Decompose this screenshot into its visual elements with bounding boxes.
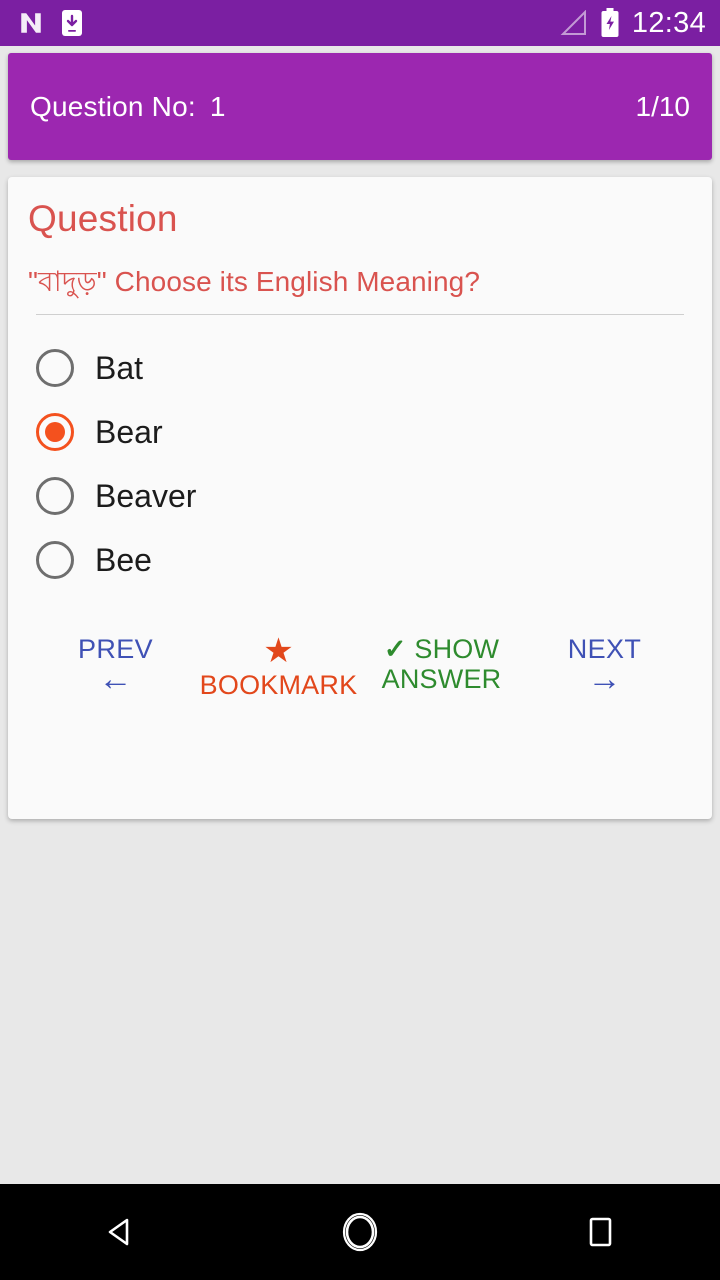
- action-row: PREV ← ★ BOOKMARK ✓ SHOW ANSWER NEXT →: [28, 634, 692, 700]
- show-answer-button[interactable]: ✓ SHOW ANSWER: [360, 634, 523, 694]
- option-row-bear[interactable]: Bear: [28, 400, 692, 464]
- option-row-beaver[interactable]: Beaver: [28, 464, 692, 528]
- question-number-value: 1: [209, 90, 226, 122]
- arrow-left-icon: ←: [98, 660, 133, 699]
- option-label-beaver: Beaver: [95, 477, 197, 514]
- bookmark-button[interactable]: ★ BOOKMARK: [197, 634, 360, 700]
- option-label-bee: Bee: [95, 541, 152, 578]
- option-label-bat: Bat: [95, 349, 144, 386]
- next-button[interactable]: NEXT →: [523, 634, 686, 698]
- status-bar-left-icons: [18, 9, 84, 37]
- question-card: Question "বাদুড়" Choose its English Mea…: [8, 177, 712, 819]
- status-bar: 12:34: [0, 0, 720, 46]
- arrow-right-icon: →: [587, 660, 622, 699]
- android-n-icon: [18, 10, 44, 36]
- question-number-label: Question No:: [30, 90, 196, 122]
- show-answer-first-line: ✓ SHOW: [384, 634, 499, 664]
- option-row-bee[interactable]: Bee: [28, 528, 692, 592]
- status-bar-right-icons: 12:34: [560, 8, 706, 38]
- back-triangle-icon[interactable]: [72, 1184, 168, 1280]
- radio-bat[interactable]: [36, 348, 74, 387]
- radio-bee[interactable]: [36, 540, 74, 579]
- recents-square-icon[interactable]: [552, 1184, 648, 1280]
- option-row-bat[interactable]: Bat: [28, 336, 692, 400]
- option-label-bear: Bear: [95, 413, 163, 450]
- status-bar-clock: 12:34: [631, 6, 706, 39]
- home-circle-icon[interactable]: [312, 1184, 408, 1280]
- bookmark-button-label: BOOKMARK: [199, 669, 358, 700]
- question-text: "বাদুড়" Choose its English Meaning?: [28, 265, 481, 297]
- battery-charging-icon: [600, 8, 620, 38]
- android-navigation-bar: [0, 1184, 720, 1280]
- question-divider: [36, 313, 684, 315]
- show-answer-label-1: SHOW: [414, 633, 500, 664]
- star-icon: ★: [263, 631, 294, 670]
- question-number-header: Question No: 1 1/10: [8, 53, 712, 160]
- radio-beaver[interactable]: [36, 476, 74, 515]
- check-icon: ✓: [383, 633, 407, 664]
- prev-button[interactable]: PREV ←: [34, 634, 197, 698]
- radio-bear[interactable]: [36, 412, 74, 451]
- download-to-device-icon: [60, 9, 84, 37]
- signal-icon: [560, 10, 588, 36]
- question-heading: Question: [28, 198, 178, 239]
- question-progress-counter: 1/10: [635, 90, 691, 122]
- answer-options-group[interactable]: Bat Bear Beaver Bee: [28, 336, 692, 592]
- show-answer-label-2: ANSWER: [381, 664, 502, 695]
